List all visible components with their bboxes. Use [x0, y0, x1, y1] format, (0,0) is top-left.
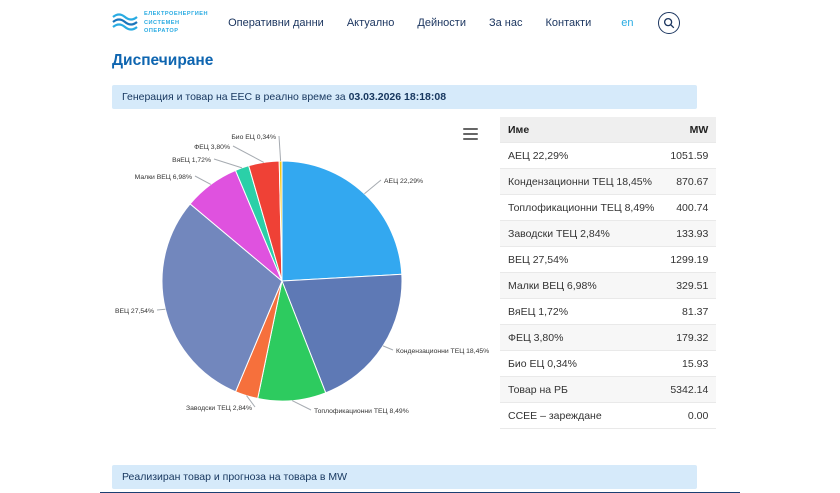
logo-line-1: ЕЛЕКТРОЕНЕРГИЕН	[144, 10, 208, 19]
table-row: ССЕЕ – зареждане0.00	[500, 403, 716, 429]
logo-line-2: СИСТЕМЕН	[144, 19, 208, 28]
table-header-mw: MW	[662, 117, 716, 143]
search-icon	[662, 16, 676, 30]
page-content: Диспечиране Генерация и товар на ЕЕС в р…	[112, 52, 697, 489]
pie-chart-svg: АЕЦ 22,29% Кондензационни ТЕЦ 18,45% Топло…	[112, 115, 492, 450]
pie-slice-label: Заводски ТЕЦ 2,84%	[186, 405, 252, 412]
row-name-cell: ВЕЦ 27,54%	[500, 247, 662, 273]
chart-and-table-row: АЕЦ 22,29%Кондензационни ТЕЦ 18,45%Топло…	[112, 115, 697, 455]
table-row: Малки ВЕЦ 6,98%329.51	[500, 273, 716, 299]
table-row: Био ЕЦ 0,34%15.93	[500, 351, 716, 377]
search-button[interactable]	[658, 12, 680, 34]
row-mw-cell: 15.93	[662, 351, 716, 377]
chart-context-menu-button[interactable]	[461, 123, 480, 145]
hamburger-icon	[463, 128, 478, 140]
row-mw-cell: 400.74	[662, 195, 716, 221]
forecast-banner-text: Реализиран товар и прогноза на товара в …	[122, 471, 347, 483]
table-row: Кондензационни ТЕЦ 18,45%870.67	[500, 169, 716, 195]
language-switch-en[interactable]: en	[621, 17, 633, 29]
pie-label-connector	[383, 346, 393, 350]
nav-item-contacts[interactable]: Контакти	[545, 17, 591, 29]
main-nav: Оперативни данни Актуално Дейности За на…	[228, 17, 591, 29]
page-title: Диспечиране	[112, 52, 697, 70]
row-name-cell: Заводски ТЕЦ 2,84%	[500, 221, 662, 247]
row-name-cell: Кондензационни ТЕЦ 18,45%	[500, 169, 662, 195]
table-header-row: Име MW	[500, 117, 716, 143]
realtime-banner-text: Генерация и товар на ЕЕС в реално време …	[122, 91, 346, 103]
row-name-cell: АЕЦ 22,29%	[500, 143, 662, 169]
pie-slice-label: Био ЕЦ 0,34%	[231, 134, 276, 141]
eso-webpage: ЕЛЕКТРОЕНЕРГИЕН СИСТЕМЕН ОПЕРАТОР Операт…	[0, 0, 840, 493]
pie-label-connector	[195, 176, 211, 184]
row-mw-cell: 179.32	[662, 325, 716, 351]
top-navbar: ЕЛЕКТРОЕНЕРГИЕН СИСТЕМЕН ОПЕРАТОР Операт…	[0, 0, 840, 40]
row-mw-cell: 5342.14	[662, 377, 716, 403]
row-mw-cell: 0.00	[662, 403, 716, 429]
row-name-cell: ВяЕЦ 1,72%	[500, 299, 662, 325]
logo-text: ЕЛЕКТРОЕНЕРГИЕН СИСТЕМЕН ОПЕРАТОР	[144, 10, 208, 36]
nav-item-operational-data[interactable]: Оперативни данни	[228, 17, 324, 29]
generation-pie-chart: АЕЦ 22,29% Кондензационни ТЕЦ 18,45% Топло…	[112, 115, 492, 455]
pie-slice-label: ВяЕЦ 1,72%	[172, 157, 211, 164]
table-row: Топлофикационни ТЕЦ 8,49%400.74	[500, 195, 716, 221]
table-row: ВЕЦ 27,54%1299.19	[500, 247, 716, 273]
pie-label-connector	[157, 309, 165, 310]
pie-label-connector	[364, 180, 381, 194]
row-name-cell: Малки ВЕЦ 6,98%	[500, 273, 662, 299]
logo[interactable]: ЕЛЕКТРОЕНЕРГИЕН СИСТЕМЕН ОПЕРАТОР	[112, 10, 208, 36]
pie-slice-label: ВЕЦ 27,54%	[115, 308, 154, 315]
table-row: Товар на РБ5342.14	[500, 377, 716, 403]
row-name-cell: Топлофикационни ТЕЦ 8,49%	[500, 195, 662, 221]
pie-label-connector	[214, 159, 242, 168]
table-row: АЕЦ 22,29%1051.59	[500, 143, 716, 169]
row-mw-cell: 133.93	[662, 221, 716, 247]
row-mw-cell: 81.37	[662, 299, 716, 325]
nav-item-activities[interactable]: Дейности	[417, 17, 466, 29]
table-row: Заводски ТЕЦ 2,84%133.93	[500, 221, 716, 247]
pie-label-connector	[233, 146, 264, 162]
table-row: ВяЕЦ 1,72%81.37	[500, 299, 716, 325]
forecast-banner: Реализиран товар и прогноза на товара в …	[112, 465, 697, 489]
pie-slice-label: АЕЦ 22,29%	[384, 178, 423, 185]
row-mw-cell: 1051.59	[662, 143, 716, 169]
pie-label-connector	[292, 401, 311, 410]
pie-slice-label: Топлофикационни ТЕЦ 8,49%	[314, 408, 409, 415]
row-mw-cell: 1299.19	[662, 247, 716, 273]
row-name-cell: ССЕЕ – зареждане	[500, 403, 662, 429]
nav-item-news[interactable]: Актуално	[347, 17, 395, 29]
row-name-cell: ФЕЦ 3,80%	[500, 325, 662, 351]
row-mw-cell: 870.67	[662, 169, 716, 195]
realtime-banner: Генерация и товар на ЕЕС в реално време …	[112, 85, 697, 109]
logo-wave-icon	[112, 11, 138, 36]
generation-table: Име MW АЕЦ 22,29%1051.59Кондензационни Т…	[500, 117, 690, 455]
logo-line-3: ОПЕРАТОР	[144, 27, 208, 36]
row-name-cell: Био ЕЦ 0,34%	[500, 351, 662, 377]
table-row: ФЕЦ 3,80%179.32	[500, 325, 716, 351]
realtime-banner-datetime: 03.03.2026 18:18:08	[349, 91, 447, 103]
pie-slice-label: Малки ВЕЦ 6,98%	[135, 174, 192, 181]
pie-slice-label: ФЕЦ 3,80%	[194, 144, 230, 151]
pie-slice-label: Кондензационни ТЕЦ 18,45%	[396, 348, 489, 355]
row-mw-cell: 329.51	[662, 273, 716, 299]
pie-label-connector	[279, 136, 281, 161]
nav-item-about[interactable]: За нас	[489, 17, 523, 29]
generation-table-body: АЕЦ 22,29%1051.59Кондензационни ТЕЦ 18,4…	[500, 143, 716, 429]
table-header-name: Име	[500, 117, 662, 143]
row-name-cell: Товар на РБ	[500, 377, 662, 403]
